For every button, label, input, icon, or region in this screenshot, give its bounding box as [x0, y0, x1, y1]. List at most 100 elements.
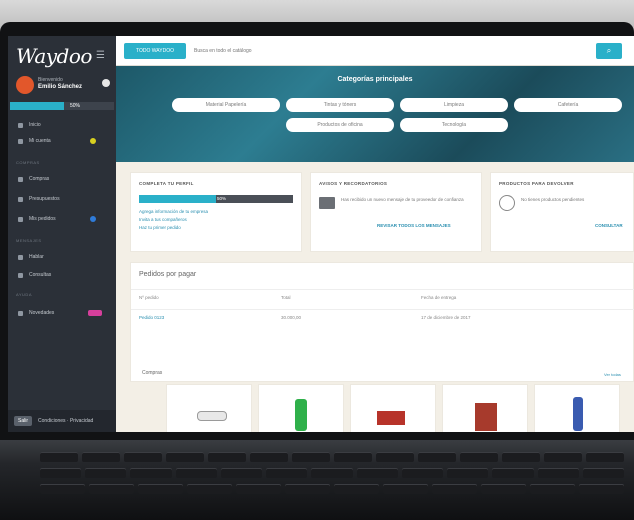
- gear-icon[interactable]: [102, 79, 110, 87]
- card-title: PRODUCTOS PARA DEVOLVER: [499, 181, 574, 186]
- envelope-icon: [319, 197, 335, 209]
- products-title: Compras: [142, 370, 163, 376]
- product-card[interactable]: [350, 384, 436, 432]
- progress-label: 50%: [70, 103, 81, 109]
- key: [582, 468, 625, 478]
- column-header: Nº pedido: [139, 295, 159, 300]
- key: [530, 484, 575, 494]
- card-title: AVISOS Y RECORDATORIOS: [319, 181, 388, 186]
- profile-card: COMPLETA TU PERFIL 50% Agrega informació…: [130, 172, 302, 252]
- key: [187, 484, 232, 494]
- sidebar-item-mis-pedidos[interactable]: Mis pedidos: [18, 214, 110, 224]
- sidebar-item-label: Inicio: [29, 122, 41, 128]
- laptop-keyboard: [0, 440, 634, 520]
- table-header: Nº pedido Total Fecha de entrega: [131, 289, 634, 305]
- search-input[interactable]: [188, 43, 592, 59]
- search-scope-button[interactable]: TODO WAYDOO: [124, 43, 186, 59]
- user-profile[interactable]: Bienvenido Emilio Sánchez: [16, 76, 112, 100]
- key: [334, 452, 372, 462]
- key: [89, 484, 134, 494]
- key: [236, 484, 281, 494]
- app-logo[interactable]: Waydoo: [16, 44, 92, 68]
- footer-links[interactable]: Condiciones · Privacidad: [38, 418, 93, 424]
- smile-icon: [499, 195, 515, 211]
- key: [40, 468, 82, 478]
- category-pill[interactable]: Limpieza: [400, 98, 508, 112]
- sidebar-item-compras[interactable]: Compras: [18, 174, 110, 184]
- key: [460, 452, 498, 462]
- messages-card: AVISOS Y RECORDATORIOS Has recibido un n…: [310, 172, 482, 252]
- screen: Waydoo ☰ Bienvenido Emilio Sánchez 50% I…: [8, 36, 634, 432]
- menu-toggle-icon[interactable]: ☰: [96, 50, 105, 61]
- categories-title: Categorías principales: [337, 76, 413, 83]
- sidebar-item-label: Novedades: [29, 310, 55, 316]
- key: [285, 484, 330, 494]
- sidebar-item-hablar[interactable]: Hablar: [18, 252, 110, 262]
- key: [220, 468, 263, 478]
- key: [544, 452, 582, 462]
- product-image: [573, 397, 583, 431]
- product-card[interactable]: [442, 384, 528, 432]
- key: [586, 452, 624, 462]
- chat-icon: [18, 254, 23, 260]
- key-row: [40, 484, 624, 494]
- profile-link[interactable]: Invita a tus compañeros: [139, 217, 187, 222]
- sidebar-item-presupuestos[interactable]: Presupuestos: [18, 194, 110, 204]
- sidebar-section-compras: COMPRAS: [16, 160, 40, 165]
- sidebar-item-consultas[interactable]: Consultas: [18, 270, 110, 280]
- product-card[interactable]: [166, 384, 252, 432]
- notification-badge: [90, 138, 96, 144]
- profile-progress-bar: 50%: [10, 102, 114, 110]
- key: [292, 452, 330, 462]
- orders-badge: [90, 216, 96, 222]
- profile-link[interactable]: Agrega información de tu empresa: [139, 209, 208, 214]
- user-greeting: Bienvenido: [38, 77, 63, 83]
- progress-label: 50%: [217, 196, 227, 201]
- category-pill[interactable]: Tintas y tóners: [286, 98, 394, 112]
- logout-button[interactable]: Salir: [14, 416, 33, 426]
- column-header: Total: [281, 295, 291, 300]
- category-pill[interactable]: Tecnología: [400, 118, 508, 132]
- table-row[interactable]: Pedido 0123 30.000,00 17 de diciembre de…: [131, 309, 634, 325]
- key: [401, 468, 444, 478]
- card-title: COMPLETA TU PERFIL: [139, 181, 194, 186]
- new-badge: [88, 310, 102, 316]
- orders-title: Pedidos por pagar: [139, 271, 197, 278]
- key: [418, 452, 456, 462]
- card-text: Has recibido un nuevo mensaje de tu prov…: [341, 197, 464, 202]
- sidebar-item-inicio[interactable]: Inicio: [18, 120, 110, 130]
- order-id[interactable]: Pedido 0123: [139, 315, 164, 320]
- key: [85, 468, 127, 478]
- key: [356, 468, 398, 478]
- category-pill[interactable]: Productos de oficina: [286, 118, 394, 132]
- returns-link[interactable]: CONSULTAR: [595, 223, 623, 228]
- product-image: [475, 403, 497, 431]
- category-pill[interactable]: Cafetería: [514, 98, 622, 112]
- order-total: 30.000,00: [281, 315, 302, 320]
- returns-card: PRODUCTOS PARA DEVOLVER No tienes produc…: [490, 172, 634, 252]
- key: [82, 452, 120, 462]
- sidebar-footer: Salir Condiciones · Privacidad: [8, 410, 116, 432]
- search-icon[interactable]: ⌕: [596, 43, 622, 59]
- sidebar-item-label: Consultas: [29, 272, 52, 278]
- product-card[interactable]: [258, 384, 344, 432]
- account-icon: [18, 138, 23, 144]
- messages-link[interactable]: REVISAR TODOS LOS MENSAJES: [377, 223, 451, 228]
- sidebar-item-label: Mi cuenta: [29, 138, 51, 144]
- product-image: [197, 411, 227, 421]
- sidebar-item-label: Presupuestos: [29, 196, 60, 202]
- products-link[interactable]: Ver todas: [604, 372, 621, 377]
- category-pill[interactable]: Material Papelería: [172, 98, 280, 112]
- key: [124, 452, 162, 462]
- home-icon: [18, 122, 23, 128]
- document-icon: [18, 196, 23, 202]
- product-card[interactable]: [534, 384, 620, 432]
- progress-fill: [139, 195, 216, 203]
- orders-icon: [18, 216, 23, 222]
- key: [250, 452, 288, 462]
- order-date: 17 de diciembre de 2017: [421, 315, 471, 320]
- profile-link[interactable]: Haz tu primer pedido: [139, 225, 181, 230]
- sidebar-item-mi-cuenta[interactable]: Mi cuenta: [18, 136, 110, 146]
- key: [166, 452, 204, 462]
- sidebar-item-label: Hablar: [29, 254, 44, 260]
